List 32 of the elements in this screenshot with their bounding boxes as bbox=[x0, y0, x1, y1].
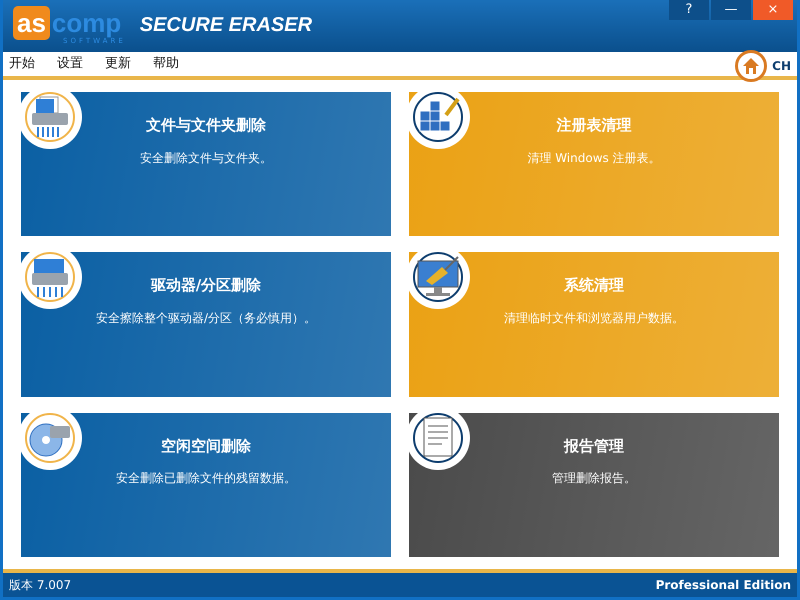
tile-description: 安全删除已删除文件的残留数据。 bbox=[116, 470, 296, 488]
menu-item[interactable]: 开始 bbox=[9, 54, 35, 74]
minimize-button[interactable]: — bbox=[711, 0, 751, 20]
tile-title: 文件与文件夹删除 bbox=[146, 115, 266, 136]
tile-title: 报告管理 bbox=[564, 436, 624, 457]
home-button[interactable] bbox=[735, 50, 767, 82]
tile-description: 安全擦除整个驱动器/分区（务必慎用）。 bbox=[96, 310, 316, 327]
tile-description: 管理删除报告。 bbox=[552, 470, 636, 488]
home-icon bbox=[742, 57, 760, 75]
logo-mark: as bbox=[13, 6, 50, 40]
version-label: 版本 7.007 bbox=[9, 577, 72, 594]
registry-icon bbox=[412, 91, 464, 143]
language-button[interactable]: CH bbox=[772, 57, 791, 75]
tile-description: 清理临时文件和浏览器用户数据。 bbox=[504, 310, 684, 327]
menu-item[interactable]: 设置 bbox=[57, 54, 83, 74]
tile-title: 空闲空间删除 bbox=[161, 436, 251, 457]
tile-title: 驱动器/分区删除 bbox=[150, 275, 262, 296]
window-title: SECURE ERASER bbox=[140, 14, 312, 37]
help-button[interactable]: ? bbox=[669, 0, 709, 20]
tile-description: 清理 Windows 注册表。 bbox=[527, 150, 661, 166]
tile-description: 安全删除文件与文件夹。 bbox=[140, 150, 272, 166]
document-icon bbox=[412, 412, 464, 464]
monitor-icon bbox=[412, 251, 464, 304]
tile-title: 系统清理 bbox=[564, 275, 624, 296]
shredder-icon bbox=[24, 91, 76, 143]
disc-icon bbox=[24, 412, 76, 464]
logo-text: comp bbox=[52, 7, 122, 38]
menu-item[interactable]: 帮助 bbox=[153, 54, 179, 74]
edition-label: Professional Edition bbox=[656, 577, 791, 594]
menu-item[interactable]: 更新 bbox=[105, 54, 131, 74]
tile-title: 注册表清理 bbox=[556, 115, 632, 136]
shredder-icon bbox=[24, 251, 76, 304]
